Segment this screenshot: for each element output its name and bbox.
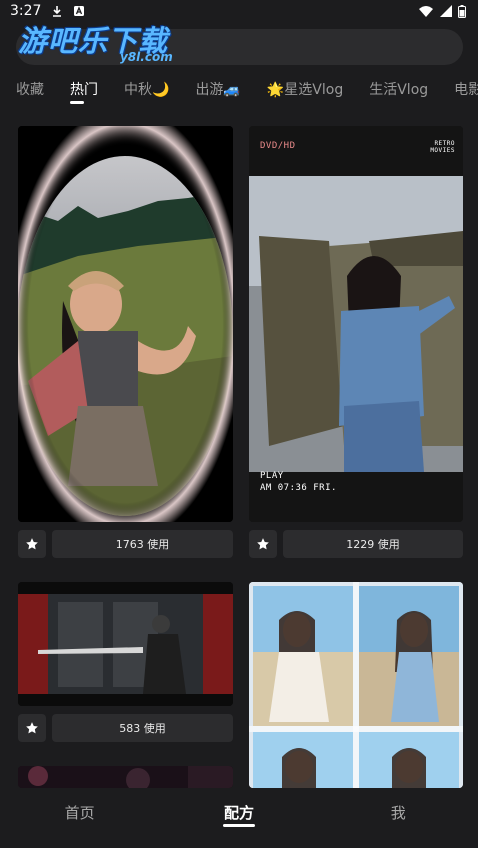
bottom-navigation: 首页 配方 我 (0, 788, 478, 848)
template-card-5[interactable] (18, 766, 233, 788)
tab-movie[interactable]: 电影 (438, 78, 478, 106)
logo-subtext: y8l.com (120, 50, 173, 64)
status-time: 3:27 (10, 3, 42, 19)
template-card-2[interactable]: DVD/HD RETRO MOVIES PLAY AM 07:36 FRI. (249, 126, 463, 522)
signal-icon (440, 5, 452, 17)
use-count-button[interactable]: 1229 使用 (283, 530, 463, 558)
star-icon (26, 538, 38, 550)
tab-life-vlog[interactable]: 生活Vlog (353, 78, 428, 106)
tab-travel[interactable]: 出游🚙 (179, 78, 240, 106)
download-icon (53, 6, 62, 17)
vhs-label-play: PLAY (260, 471, 284, 481)
battery-icon (458, 4, 466, 18)
tab-mid-autumn[interactable]: 中秋🌙 (108, 78, 169, 106)
template-thumbnail (249, 126, 463, 522)
template-thumbnail (18, 126, 233, 522)
card-2-actions: 1229 使用 (249, 530, 463, 558)
template-thumbnail (18, 766, 233, 788)
template-card-3[interactable] (18, 582, 233, 706)
template-card-4[interactable] (249, 582, 463, 788)
card-3-actions: 583 使用 (18, 714, 233, 742)
nav-recipe[interactable]: 配方 (179, 788, 299, 823)
site-logo-watermark: 游吧乐下载 y8l.com (18, 18, 188, 68)
tab-hot[interactable]: 热门 (54, 78, 98, 106)
tab-favorites[interactable]: 收藏 (0, 78, 44, 106)
a-icon (74, 6, 85, 16)
vhs-label-top: DVD/HD (260, 141, 296, 151)
wifi-icon (419, 6, 433, 17)
vhs-label-top-right: RETRO MOVIES (430, 140, 455, 154)
nav-home[interactable]: 首页 (20, 788, 140, 823)
card-1-actions: 1763 使用 (18, 530, 233, 558)
use-count-button[interactable]: 583 使用 (52, 714, 233, 742)
vhs-label-time: AM 07:36 FRI. (260, 483, 337, 493)
template-thumbnail (18, 582, 233, 706)
favorite-button[interactable] (249, 530, 277, 558)
star-icon (257, 538, 269, 550)
star-icon (26, 722, 38, 734)
template-thumbnail (249, 582, 463, 788)
category-tabs: 收藏 热门 中秋🌙 出游🚙 🌟星选Vlog 生活Vlog 电影 (0, 78, 478, 108)
use-count-button[interactable]: 1763 使用 (52, 530, 233, 558)
nav-me[interactable]: 我 (338, 788, 458, 823)
tab-star-vlog[interactable]: 🌟星选Vlog (251, 78, 343, 106)
template-card-1[interactable] (18, 126, 233, 522)
favorite-button[interactable] (18, 714, 46, 742)
favorite-button[interactable] (18, 530, 46, 558)
